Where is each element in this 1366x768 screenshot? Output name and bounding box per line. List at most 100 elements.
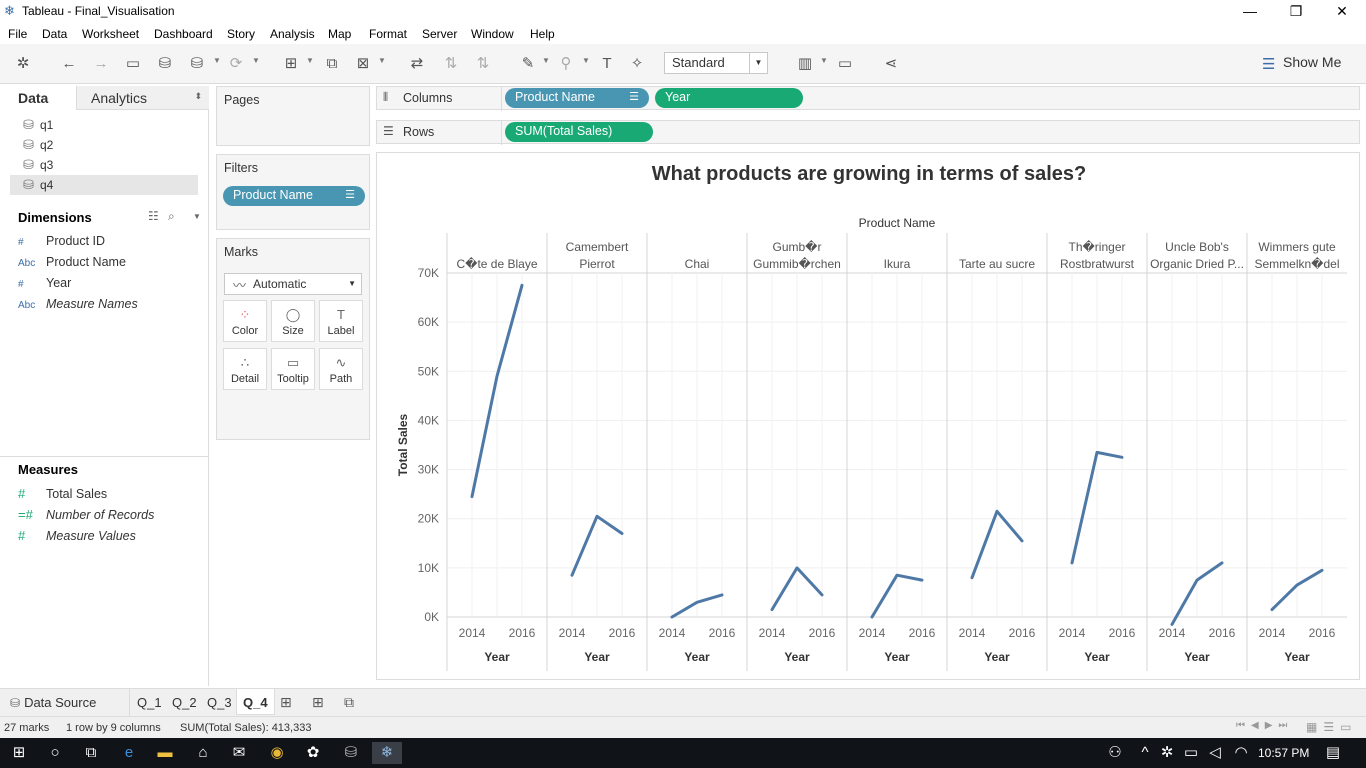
data-source-item-active[interactable]: ⛁ q4 <box>10 175 198 195</box>
field-product-name[interactable]: Abc Product Name <box>18 255 126 269</box>
menu-analysis[interactable]: Analysis <box>270 27 315 41</box>
chevron-down-icon[interactable]: ▼ <box>378 56 386 65</box>
sort-ascending-icon[interactable]: ⇅ <box>440 54 462 74</box>
data-source-item[interactable]: ⛁ q3 <box>10 155 198 175</box>
sort-descending-icon[interactable]: ⇅ <box>472 54 494 74</box>
presentation-mode-icon[interactable]: ▭ <box>834 54 856 74</box>
filters-card[interactable]: Filters Product Name ☰ <box>216 154 370 230</box>
tab-data[interactable]: Data <box>0 86 76 110</box>
show-cards-icon[interactable]: ▥ <box>794 54 816 74</box>
store-icon[interactable]: ⌂ <box>188 742 218 764</box>
chevron-down-icon[interactable]: ▼ <box>582 56 590 65</box>
group-members-icon[interactable]: ⚲ <box>555 54 577 74</box>
new-worksheet-icon[interactable]: ⊞ <box>280 54 302 74</box>
search-icon[interactable]: ○ <box>40 742 70 764</box>
share-icon[interactable]: ⋖ <box>880 54 902 74</box>
undo-icon[interactable]: ← <box>58 54 80 74</box>
fix-axes-icon[interactable]: ✧ <box>626 54 648 74</box>
chevron-down-icon[interactable]: ▼ <box>820 56 828 65</box>
show-me-button[interactable]: Show Me <box>1283 54 1341 70</box>
new-dashboard-icon[interactable]: ⊞ <box>312 694 324 711</box>
tab-analytics[interactable]: Analytics ⬍ <box>76 86 209 110</box>
restore-button[interactable]: ❐ <box>1273 0 1319 24</box>
mail-icon[interactable]: ✉ <box>224 742 254 764</box>
save-icon[interactable]: ▭ <box>122 54 144 74</box>
menu-data[interactable]: Data <box>42 27 67 41</box>
marks-label-button[interactable]: T Label <box>319 300 363 342</box>
menu-dashboard[interactable]: Dashboard <box>154 27 213 41</box>
wifi-icon[interactable]: ◠ <box>1226 742 1256 764</box>
tableau-taskbar-icon[interactable]: ❄ <box>372 742 402 764</box>
data-source-item[interactable]: ⛁ q2 <box>10 135 198 155</box>
task-view-icon[interactable]: ⧉ <box>76 742 106 764</box>
chevron-down-icon[interactable]: ▼ <box>213 56 221 65</box>
swap-rows-columns-icon[interactable]: ⇄ <box>406 54 428 74</box>
search-icon[interactable]: ⌕ <box>168 209 175 224</box>
marks-size-button[interactable]: ◯ Size <box>271 300 315 342</box>
columns-pill-product-name[interactable]: Product Name ☰ <box>505 88 649 108</box>
chevron-down-icon[interactable]: ▼ <box>306 56 314 65</box>
minimize-button[interactable]: — <box>1227 0 1273 24</box>
app-icon[interactable]: ✿ <box>298 742 328 764</box>
rows-shelf[interactable]: ☰ Rows SUM(Total Sales) <box>376 120 1360 145</box>
field-measure-names[interactable]: Abc Measure Names <box>18 297 138 311</box>
notifications-icon[interactable]: ▤ <box>1318 742 1348 764</box>
highlight-icon[interactable]: ✎ <box>517 54 539 74</box>
windows-start-icon[interactable]: ⊞ <box>4 742 34 764</box>
pause-updates-icon[interactable]: ⛁ <box>186 54 208 74</box>
field-year[interactable]: # Year <box>18 276 71 290</box>
marks-tooltip-button[interactable]: ▭ Tooltip <box>271 348 315 390</box>
menu-window[interactable]: Window <box>471 27 514 41</box>
tab-sheet-q1[interactable]: Q_1 <box>131 693 168 715</box>
fit-dropdown[interactable]: Standard ▼ <box>664 52 768 74</box>
menu-server[interactable]: Server <box>422 27 457 41</box>
duplicate-sheet-icon[interactable]: ⧉ <box>321 54 343 74</box>
data-source-item[interactable]: ⛁ q1 <box>10 115 198 135</box>
new-worksheet-icon[interactable]: ⊞ <box>280 694 292 711</box>
view-canvas[interactable]: What products are growing in terms of sa… <box>376 152 1360 680</box>
field-total-sales[interactable]: # Total Sales <box>18 486 107 501</box>
menu-format[interactable]: Format <box>369 27 407 41</box>
field-product-id[interactable]: # Product ID <box>18 234 105 248</box>
new-story-icon[interactable]: ⧉ <box>344 694 354 711</box>
marks-color-button[interactable]: ⁘ Color <box>223 300 267 342</box>
pages-card[interactable]: Pages <box>216 86 370 146</box>
edge-icon[interactable]: e <box>114 742 144 764</box>
columns-shelf[interactable]: ⫴ Columns Product Name ☰ Year <box>376 86 1360 111</box>
database-app-icon[interactable]: ⛁ <box>336 742 366 764</box>
tab-sheet-q3[interactable]: Q_3 <box>201 693 238 715</box>
chevron-down-icon[interactable]: ▼ <box>542 56 550 65</box>
tab-sheet-q2[interactable]: Q_2 <box>166 693 203 715</box>
people-icon[interactable]: ⚇ <box>1100 742 1130 764</box>
show-me-icon[interactable]: ☰ <box>1262 55 1275 73</box>
rows-pill-sum-total-sales[interactable]: SUM(Total Sales) <box>505 122 653 142</box>
marks-detail-button[interactable]: ∴ Detail <box>223 348 267 390</box>
file-explorer-icon[interactable]: ▬ <box>150 742 180 764</box>
refresh-icon[interactable]: ⟳ <box>225 54 247 74</box>
sheet-nav-icon[interactable]: ⏮◀▶⏭ <box>1236 720 1293 731</box>
show-mark-labels-icon[interactable]: T <box>596 54 618 74</box>
menu-worksheet[interactable]: Worksheet <box>82 27 139 41</box>
tab-sheet-q4-active[interactable]: Q_4 <box>236 689 275 715</box>
new-data-source-icon[interactable]: ⛁ <box>154 54 176 74</box>
chevron-down-icon[interactable]: ▼ <box>252 56 260 65</box>
sheet-view-icon[interactable]: ▦☰▭ <box>1306 720 1357 734</box>
menu-file[interactable]: File <box>8 27 27 41</box>
menu-story[interactable]: Story <box>227 27 255 41</box>
mark-type-dropdown[interactable]: 〰 Automatic ▼ <box>224 273 362 295</box>
field-measure-values[interactable]: # Measure Values <box>18 528 136 543</box>
field-number-of-records[interactable]: =# Number of Records <box>18 507 154 522</box>
chrome-icon[interactable]: ◉ <box>262 742 292 764</box>
menu-map[interactable]: Map <box>328 27 351 41</box>
menu-help[interactable]: Help <box>530 27 555 41</box>
chevron-down-icon[interactable]: ▼ <box>193 212 201 221</box>
filter-pill-product-name[interactable]: Product Name ☰ <box>223 186 365 206</box>
close-button[interactable]: ✕ <box>1319 0 1365 24</box>
view-list-icon[interactable]: ☷ <box>148 209 159 223</box>
columns-pill-year[interactable]: Year <box>655 88 803 108</box>
tableau-home-icon[interactable]: ✲ <box>12 54 34 74</box>
marks-path-button[interactable]: ∿ Path <box>319 348 363 390</box>
clear-sheet-icon[interactable]: ⊠ <box>352 54 374 74</box>
redo-icon[interactable]: → <box>90 54 112 74</box>
tab-data-source[interactable]: ⛁ Data Source <box>4 693 102 715</box>
